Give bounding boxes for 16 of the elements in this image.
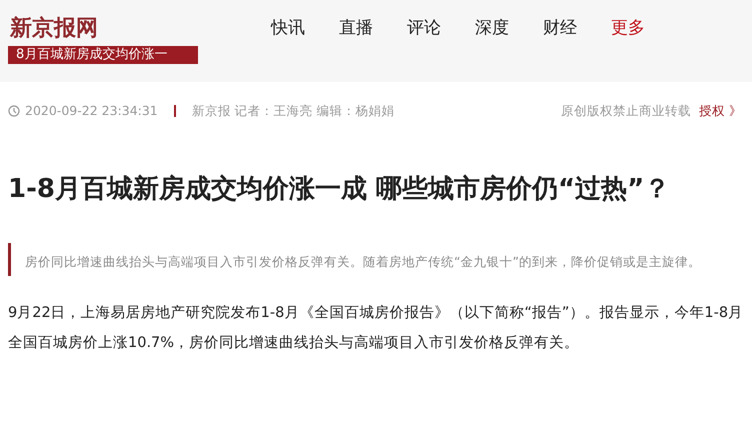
site-logo[interactable]: 新京报网 [8,14,98,42]
copyright-notice: 原创版权禁止商业转载 [561,102,692,120]
nav-link[interactable]: 快讯 [271,16,305,42]
nav-link[interactable]: 直播 [339,16,373,42]
article-summary: 房价同比增速曲线抬头与高端项目入市引发价格反弹有关。随着房地产传统“金九银十”的到来，降价促销或是主旋律。 [8,242,752,276]
article-paragraph: 9月22日，上海易居房地产研究院发布1-8月《全国百城房价报告》（以下简称“报告”）。报告显示，今年1-8月全国百城房价上涨10.7%，房价同比增速曲线抬头与高端项目入市引发价格反弹有关。 [8,304,744,353]
article-title: 1-8月百城新房成交均价涨一成 哪些城市房价仍“过热”？ [8,172,672,206]
headline-banner: 8月百城新房成交均价涨一 [8,46,198,64]
byline: 新京报 记者：王海亮 编辑：杨娟娟 [192,102,395,120]
nav-link[interactable]: 财经 [543,16,577,42]
nav-link[interactable]: 更多 [611,16,645,42]
clock-icon [8,105,20,118]
publish-time: 2020-09-22 23:34:31 [25,102,158,120]
nav-link[interactable]: 深度 [475,16,509,42]
license-link[interactable]: 授权 》 [699,102,742,121]
nav-link[interactable]: 评论 [407,16,441,42]
